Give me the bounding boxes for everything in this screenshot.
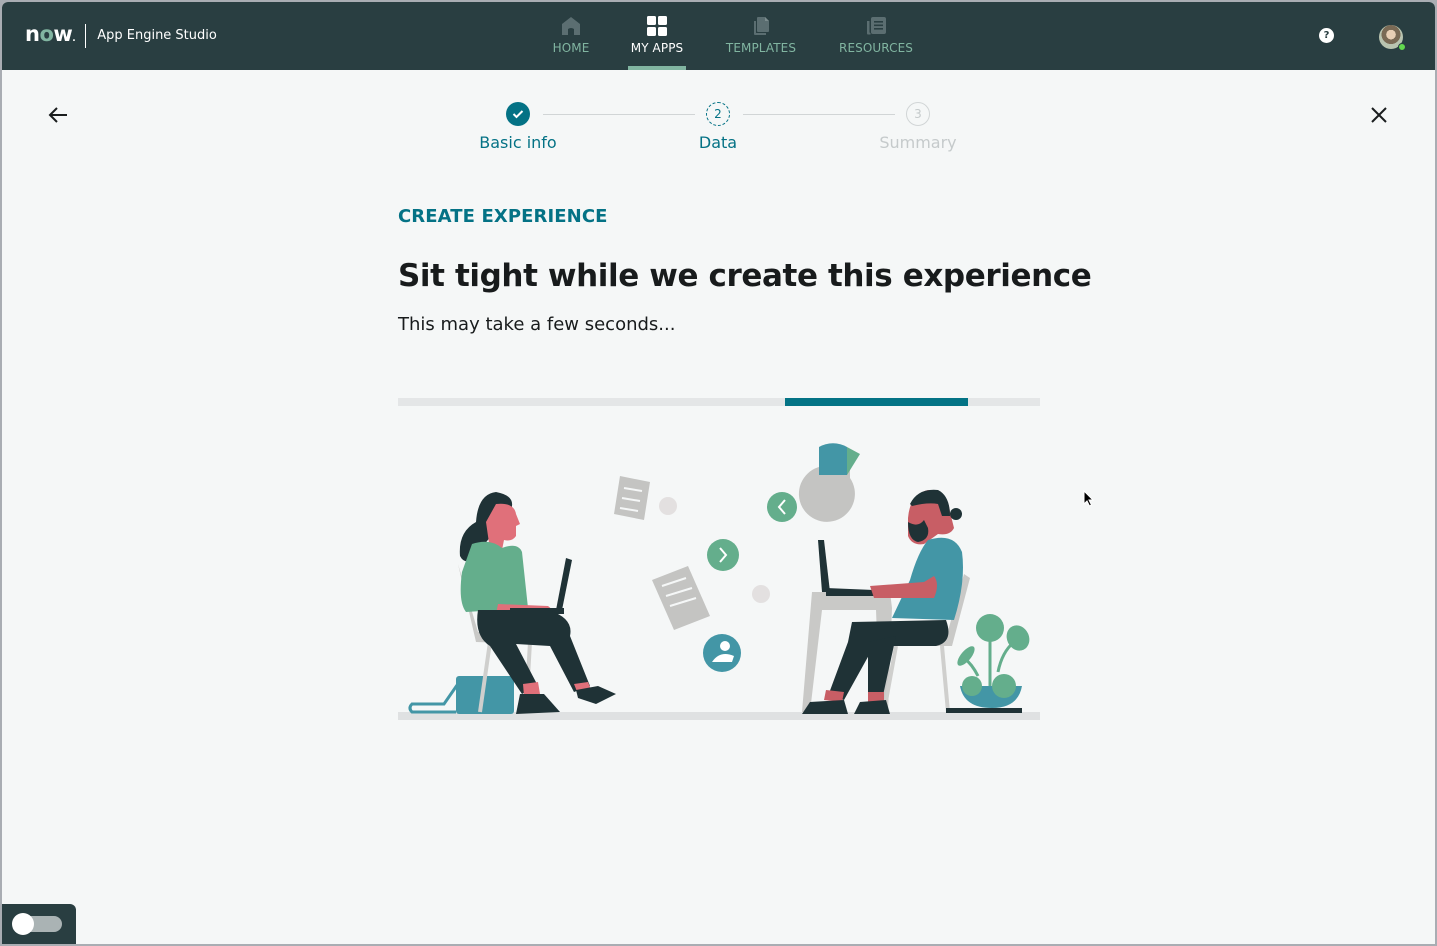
nav-home-label: HOME [552, 41, 590, 55]
nav-my-apps[interactable]: MY APPS [628, 2, 686, 70]
home-icon [562, 17, 580, 35]
mouse-cursor [1083, 490, 1095, 507]
page-subtitle: This may take a few seconds... [398, 314, 676, 335]
nav-resources-label: RESOURCES [839, 41, 913, 55]
toggle-knob [12, 913, 34, 935]
step-data[interactable]: 2 Data [648, 102, 788, 153]
decorative-dot [659, 497, 677, 515]
step-label: Basic info [479, 133, 557, 152]
brand-divider [85, 24, 87, 48]
chevron-left-icon [767, 492, 797, 522]
man-figure [802, 489, 970, 714]
plant-icon [946, 614, 1030, 713]
step-label: Summary [879, 133, 957, 152]
chevron-right-icon [707, 539, 739, 571]
app-name: App Engine Studio [97, 28, 217, 43]
document-icon [614, 476, 650, 520]
pie-chart-icon [798, 443, 860, 522]
app-window: now. App Engine Studio HOME MY APPS TEMP… [2, 2, 1435, 944]
loading-illustration [398, 443, 1040, 720]
step-label: Data [698, 133, 738, 152]
step-complete-badge [506, 102, 530, 126]
nav-templates[interactable]: TEMPLATES [722, 2, 800, 70]
help-icon: ? [1323, 30, 1330, 41]
wizard-stepper: Basic info 2 Data 3 Summary [2, 102, 1435, 162]
loading-content: CREATE EXPERIENCE Sit tight while we cre… [398, 202, 1092, 337]
nav-my-apps-label: MY APPS [630, 41, 684, 55]
toggle-panel [2, 904, 76, 944]
nav-home[interactable]: HOME [528, 2, 614, 70]
page-title: Sit tight while we create this experienc… [398, 258, 1092, 294]
step-number-badge: 2 [706, 102, 730, 126]
top-header: now. App Engine Studio HOME MY APPS TEMP… [2, 2, 1435, 70]
bag-icon [408, 676, 514, 714]
loading-progress-bar [398, 398, 1040, 406]
nav-resources[interactable]: RESOURCES [836, 2, 916, 70]
now-logo: now. [25, 21, 76, 46]
resources-icon [867, 17, 886, 35]
grid-icon [647, 16, 667, 36]
checkmark-icon [512, 110, 524, 119]
nav-templates-label: TEMPLATES [725, 41, 797, 55]
step-basic-info[interactable]: Basic info [448, 102, 588, 153]
decorative-dot [752, 585, 770, 603]
user-circle-icon [703, 634, 741, 672]
step-number-badge: 3 [906, 102, 930, 126]
mode-toggle[interactable] [12, 913, 62, 935]
document-icon [652, 566, 710, 630]
templates-icon [754, 17, 769, 35]
step-summary: 3 Summary [848, 102, 988, 153]
section-eyebrow: CREATE EXPERIENCE [398, 206, 608, 227]
help-button[interactable]: ? [1319, 28, 1334, 43]
progress-indicator [785, 398, 969, 406]
main-nav: HOME MY APPS TEMPLATES RESOURCES [528, 2, 916, 70]
status-indicator [1398, 43, 1406, 51]
brand[interactable]: now. App Engine Studio [25, 22, 217, 50]
user-avatar[interactable] [1379, 25, 1406, 51]
